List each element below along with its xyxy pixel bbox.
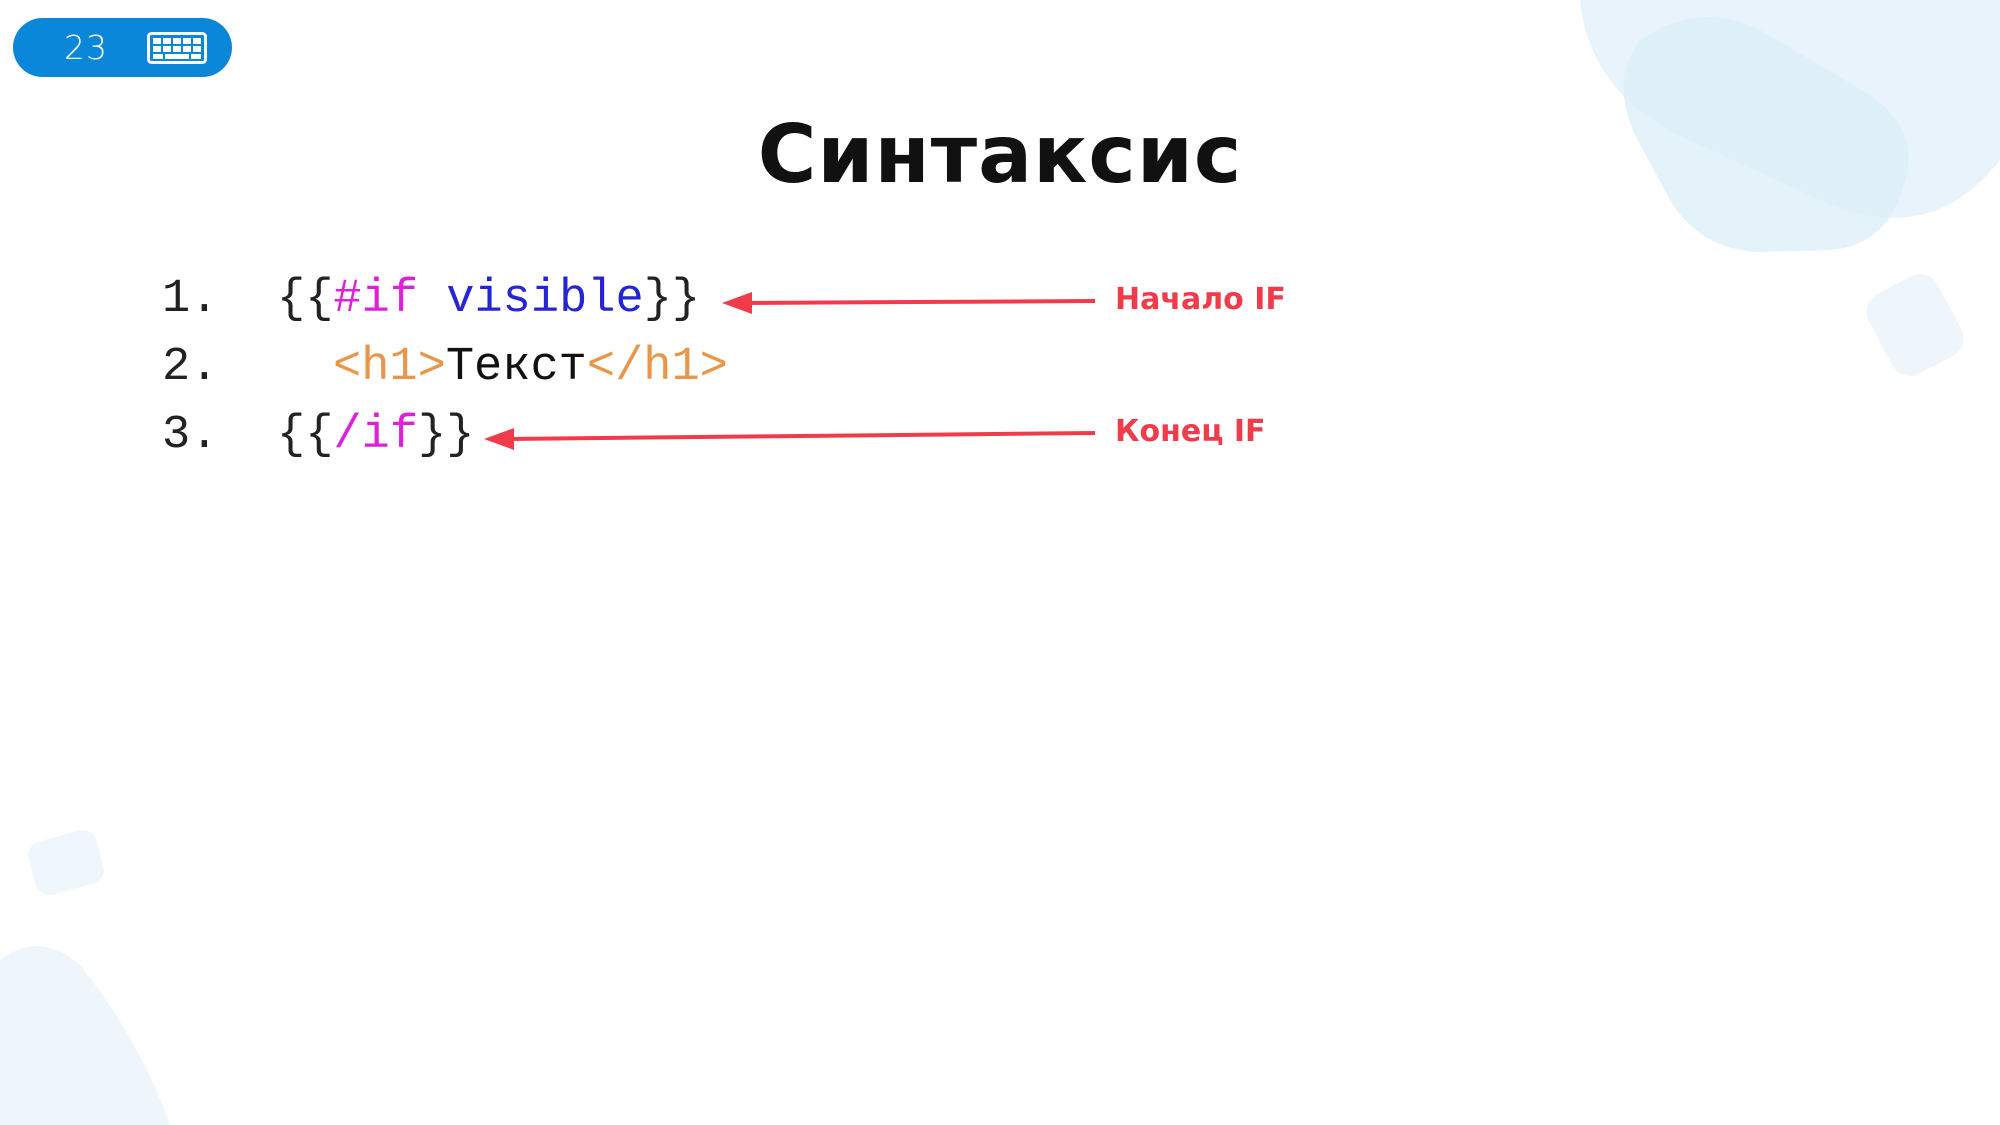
annotation-arrows: [484, 292, 1096, 450]
annotation-start-if: Начало IF: [1115, 282, 1286, 317]
annotation-end-if: Конец IF: [1115, 414, 1266, 449]
arrow-end-if: [484, 428, 1096, 450]
arrow-start-if: [722, 292, 1096, 314]
